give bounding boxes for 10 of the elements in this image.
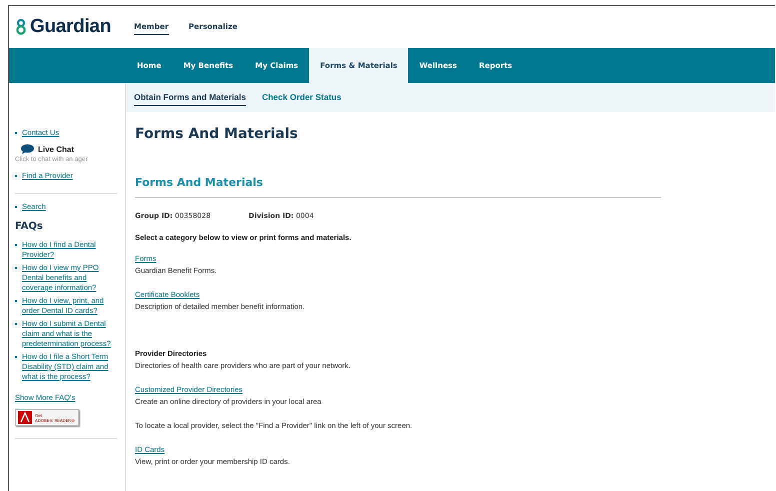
sub-tab[interactable]: Obtain Forms and Materials (134, 89, 246, 106)
logo-icon (16, 19, 26, 35)
sub-tab[interactable]: Check Order Status (262, 89, 342, 106)
live-chat-label[interactable]: Live Chat (38, 144, 74, 154)
logo-text: Guardian (30, 16, 112, 38)
faq-heading: FAQs (15, 221, 44, 232)
chat-bubble-icon (21, 144, 34, 154)
pdf-icon (18, 411, 32, 424)
page-title: Forms And Materials (135, 126, 299, 142)
section-title: Forms And Materials (135, 176, 661, 198)
